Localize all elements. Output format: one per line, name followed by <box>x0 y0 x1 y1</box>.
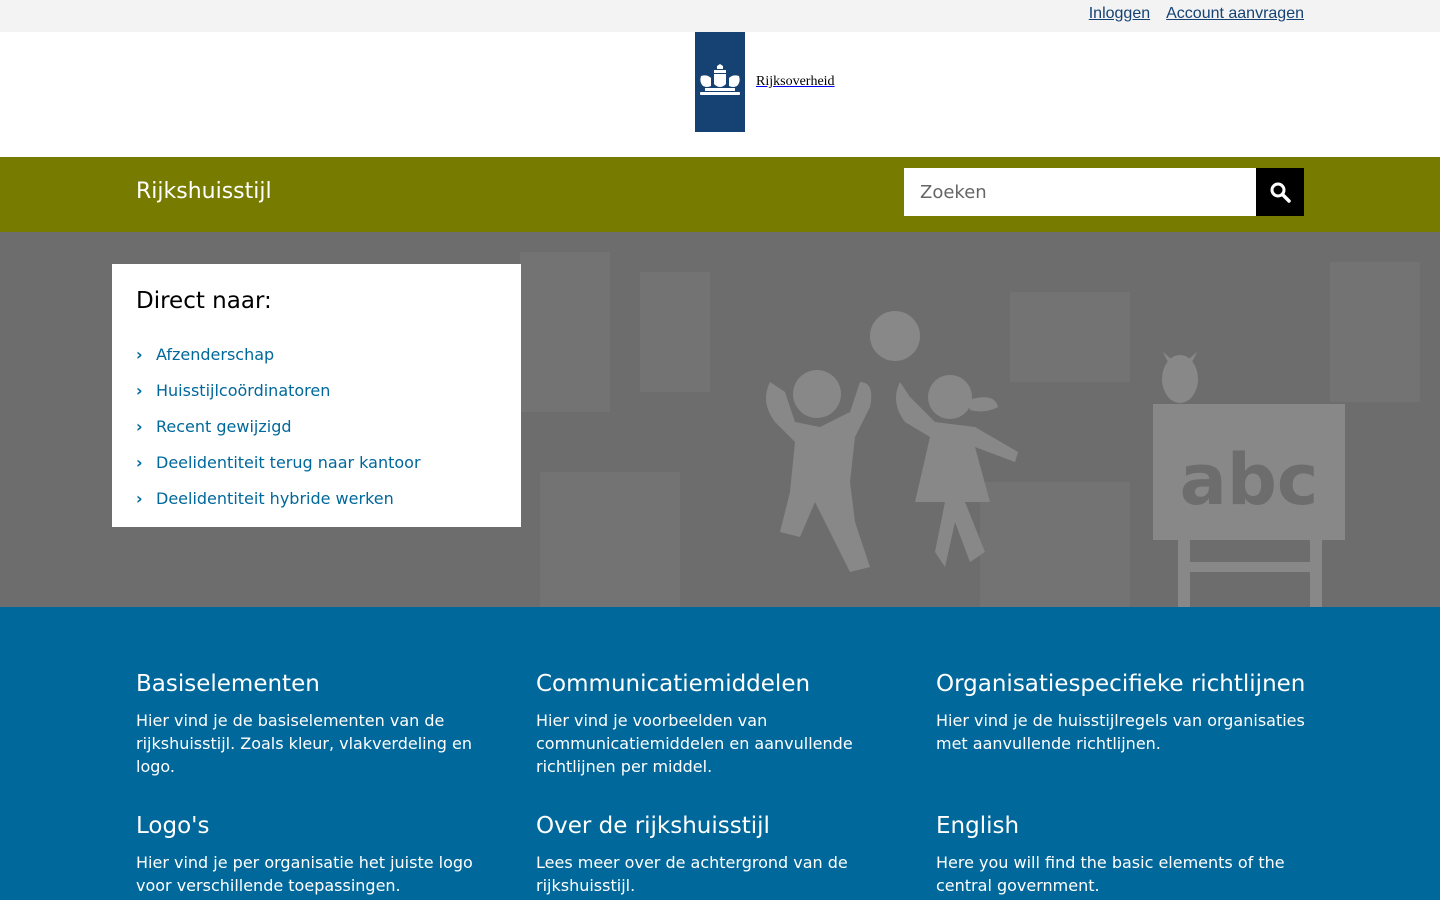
tile-title[interactable]: Basiselementen <box>136 671 506 697</box>
logo-wordmark: Rijksoverheid <box>756 74 835 89</box>
search-icon <box>1270 182 1291 203</box>
tile-description: Lees meer over de achtergrond van de rij… <box>536 853 848 895</box>
tile-english[interactable]: English Here you will find the basic ele… <box>936 813 1306 897</box>
quick-links-panel: Direct naar: › Afzenderschap › Huisstijl… <box>112 264 521 527</box>
search-button[interactable] <box>1256 168 1304 216</box>
tile-organisatiespecifieke-richtlijnen[interactable]: Organisatiespecifieke richtlijnen Hier v… <box>936 671 1306 755</box>
quick-link-hybride-werken[interactable]: Deelidentiteit hybride werken <box>156 489 394 508</box>
tile-description: Here you will find the basic elements of… <box>936 853 1285 895</box>
logo-area: Rijksoverheid <box>0 32 1440 157</box>
top-utility-bar: Inloggen Account aanvragen <box>0 0 1440 32</box>
topic-tiles-section: Basiselementen Hier vind je de basiselem… <box>0 607 1440 900</box>
quick-links-heading: Direct naar: <box>136 288 272 314</box>
tile-logos[interactable]: Logo's Hier vind je per organisatie het … <box>136 813 506 897</box>
quick-link-item: › Recent gewijzigd <box>136 408 497 444</box>
account-links: Inloggen Account aanvragen <box>1089 5 1304 23</box>
quick-link-recent-gewijzigd[interactable]: Recent gewijzigd <box>156 417 292 436</box>
quick-link-item: › Huisstijlcoördinatoren <box>136 372 497 408</box>
site-title[interactable]: Rijkshuisstijl <box>136 179 272 204</box>
tile-title[interactable]: Communicatiemiddelen <box>536 671 906 697</box>
tile-title[interactable]: Logo's <box>136 813 506 839</box>
quick-link-terug-naar-kantoor[interactable]: Deelidentiteit terug naar kantoor <box>156 453 421 472</box>
tile-description: Hier vind je voorbeelden van communicati… <box>536 711 853 776</box>
chevron-right-icon: › <box>136 452 143 472</box>
tile-over-de-rijkshuisstijl[interactable]: Over de rijkshuisstijl Lees meer over de… <box>536 813 906 897</box>
tile-title[interactable]: Organisatiespecifieke richtlijnen <box>936 671 1306 697</box>
board-text: abc <box>1180 439 1319 521</box>
site-header-bar: Rijkshuisstijl <box>0 157 1440 232</box>
tile-description: Hier vind je de huisstijlregels van orga… <box>936 711 1305 753</box>
chevron-right-icon: › <box>136 416 143 436</box>
tile-description: Hier vind je per organisatie het juiste … <box>136 853 473 895</box>
chevron-right-icon: › <box>136 488 143 508</box>
login-link[interactable]: Inloggen <box>1089 5 1150 23</box>
chevron-right-icon: › <box>136 380 143 400</box>
tile-description: Hier vind je de basiselementen van de ri… <box>136 711 472 776</box>
quick-link-huisstijlcoordinatoren[interactable]: Huisstijlcoördinatoren <box>156 381 330 400</box>
quick-links-list: › Afzenderschap › Huisstijlcoördinatoren… <box>136 336 497 516</box>
quick-link-item: › Deelidentiteit hybride werken <box>136 480 497 516</box>
rijksoverheid-logo[interactable]: Rijksoverheid <box>695 32 835 132</box>
quick-link-afzenderschap[interactable]: Afzenderschap <box>156 345 274 364</box>
tile-communicatiemiddelen[interactable]: Communicatiemiddelen Hier vind je voorbe… <box>536 671 906 778</box>
register-link[interactable]: Account aanvragen <box>1166 5 1304 23</box>
tile-basiselementen[interactable]: Basiselementen Hier vind je de basiselem… <box>136 671 506 778</box>
search-form <box>904 168 1304 216</box>
coat-of-arms-icon <box>695 32 745 132</box>
tile-title[interactable]: Over de rijkshuisstijl <box>536 813 906 839</box>
quick-link-item: › Deelidentiteit terug naar kantoor <box>136 444 497 480</box>
chevron-right-icon: › <box>136 344 143 364</box>
search-input[interactable] <box>904 168 1256 216</box>
hero-banner: abc Direct naar: › Afzenderschap › Huiss… <box>0 232 1440 607</box>
quick-link-item: › Afzenderschap <box>136 336 497 372</box>
tile-title[interactable]: English <box>936 813 1306 839</box>
